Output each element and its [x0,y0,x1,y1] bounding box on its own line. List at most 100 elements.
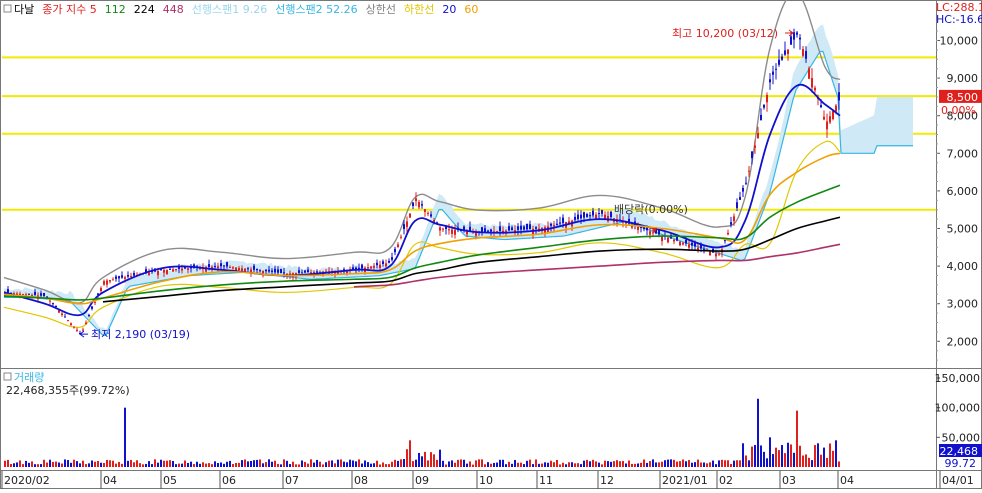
volume-bar [529,460,531,467]
volume-bar [304,462,306,467]
volume-bar [727,460,729,467]
x-tick-label: 04 [840,474,854,487]
legend-toggle[interactable] [4,5,11,12]
volume-bar [733,461,735,467]
x-tick-label: 04 [103,474,117,487]
volume-bar [487,462,489,467]
x-tick-label: 11 [539,474,553,487]
candle-body [133,273,135,276]
candle-body [307,270,309,273]
volume-bar [670,459,672,467]
candle-body [577,215,579,220]
volume-bar [52,462,54,467]
candle-body [268,270,270,272]
volume-bar [436,460,438,467]
candle-body [592,211,594,216]
volume-bar [148,461,150,467]
price-tick-label: 9,000 [947,72,979,85]
candle-body [394,249,396,252]
candle-body [550,224,552,226]
volume-bar [361,464,363,467]
volume-bar [538,464,540,467]
volume-bar [661,462,663,467]
volume-bar [565,464,567,467]
candle-body [238,268,240,270]
candle-body [484,228,486,232]
current-pct-label: 0.00% [941,104,976,117]
volume-bar [598,463,600,467]
stock-chart[interactable]: 2,0003,0004,0005,0006,0007,0008,0009,000… [0,0,982,489]
candle-body [649,231,651,234]
candle-body [106,281,108,285]
candle-body [439,227,441,230]
candle-body [391,257,393,260]
volume-bar [331,460,333,467]
volume-bar [574,463,576,467]
volume-bar [208,463,210,467]
volume-bar [541,464,543,467]
volume-bar [316,460,318,467]
volume-bar [160,460,162,467]
volume-bar [802,456,804,467]
candle-body [385,263,387,266]
candle-body [187,268,189,270]
volume-bar [100,463,102,467]
candle-body [784,50,786,54]
price-tick-label: 10,000 [940,35,979,48]
volume-bar [580,464,582,467]
volume-bar [124,408,126,467]
legend-item: 20 [442,3,456,16]
volume-bar [589,461,591,467]
volume-bar [766,458,768,467]
legend-item: 종가 지수 5 [42,3,96,16]
price-tick-label: 5,000 [947,223,979,236]
candle-body [451,230,453,234]
candle-body [208,264,210,267]
volume-bar [292,462,294,467]
volume-bar [460,459,462,467]
candle-body [274,269,276,273]
candle-body [247,268,249,269]
volume-bar [184,461,186,467]
volume-bar [136,460,138,467]
volume-bar [640,463,642,467]
price-tick-label: 6,000 [947,185,979,198]
candle-body [421,204,423,206]
volume-bar [13,463,15,467]
volume-bar [343,462,345,467]
candle-body [424,209,426,212]
volume-bar [691,463,693,467]
candle-body [814,88,816,91]
volume-bar [829,443,831,467]
volume-bar [493,463,495,467]
candle-body [283,272,285,273]
volume-bar [628,461,630,467]
candle-body [166,270,168,274]
candle-body [157,271,159,275]
candle-body [109,280,111,281]
candle-body [508,226,510,230]
volume-bar [817,443,819,467]
candle-body [742,188,744,192]
candle-body [610,212,612,217]
candle-body [523,227,525,230]
volume-bar [319,462,321,467]
volume-bar [172,461,174,467]
volume-bar [652,459,654,467]
volume-bar [94,462,96,467]
candle-body [499,226,501,231]
volume-bar [385,464,387,467]
volume-bar [118,462,120,467]
volume-bar [568,462,570,467]
volume-bar [760,445,762,467]
volume-bar [478,459,480,467]
volume-bar [400,459,402,467]
candle-body [559,222,561,223]
hc-label: HC:-16.6 [936,13,982,26]
volume-bar [34,464,36,467]
volume-bar [781,445,783,467]
volume-bar [706,463,708,467]
volume-bar [82,461,84,467]
volume-legend-toggle[interactable] [4,373,11,380]
volume-bar [424,452,426,467]
